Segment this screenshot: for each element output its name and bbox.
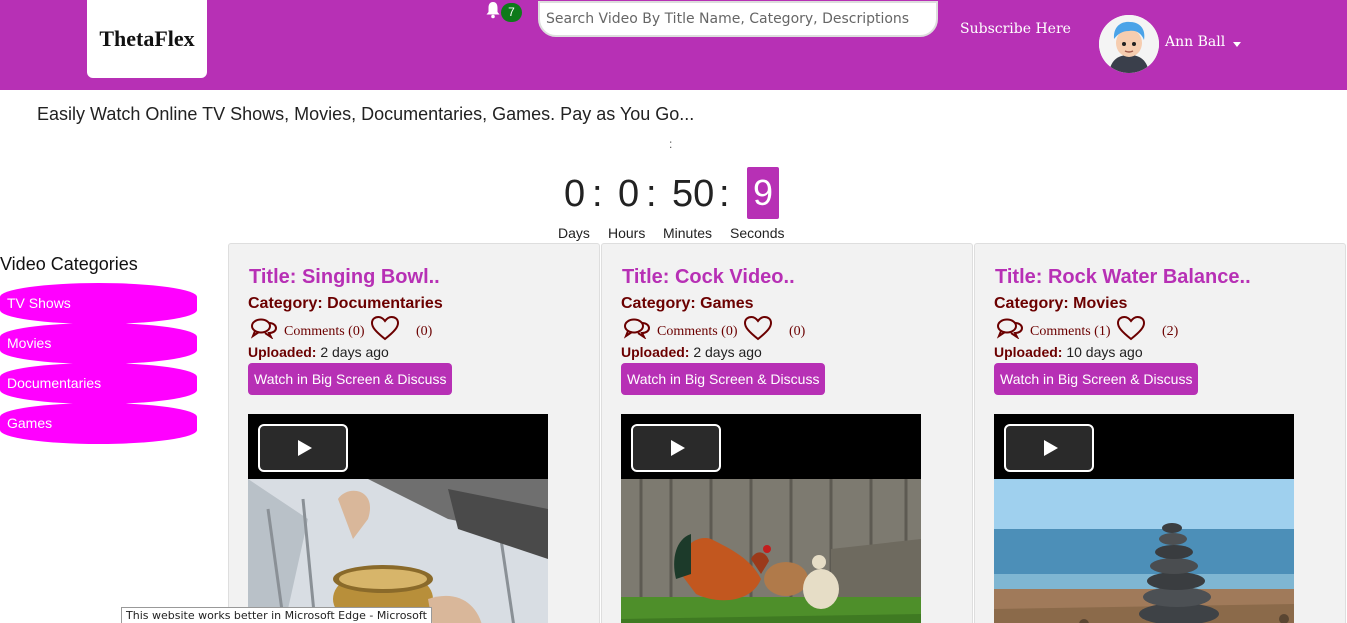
notification-count-badge[interactable]: 7: [501, 3, 522, 22]
countdown-seconds: 9: [747, 167, 779, 219]
avatar[interactable]: [1099, 15, 1159, 73]
logo-text: ThetaFlex: [99, 26, 195, 51]
heart-icon[interactable]: [743, 315, 773, 342]
countdown-days-label: Days: [558, 225, 590, 241]
countdown-hours: 0: [618, 173, 640, 215]
sidebar-item-tv-shows[interactable]: TV Shows: [0, 283, 197, 324]
heart-icon[interactable]: [1116, 315, 1146, 342]
upload-date: Uploaded: 2 days ago: [248, 344, 389, 360]
upload-value: 2 days ago: [689, 344, 762, 360]
bell-icon[interactable]: [485, 1, 501, 19]
video-player[interactable]: [248, 414, 548, 623]
video-title[interactable]: Title: Rock Water Balance..: [995, 266, 1251, 289]
chevron-down-icon[interactable]: [1233, 42, 1241, 47]
video-categories-title: Video Categories: [0, 254, 138, 274]
video-category: Category: Games: [621, 295, 754, 312]
video-thumbnail-singing-bowl: [248, 479, 548, 623]
countdown-separator: :: [669, 137, 673, 151]
heart-icon[interactable]: [370, 315, 400, 342]
video-category: Category: Documentaries: [248, 295, 443, 312]
watch-big-screen-button[interactable]: Watch in Big Screen & Discuss: [994, 363, 1199, 395]
watch-big-screen-button[interactable]: Watch in Big Screen & Discuss: [621, 363, 826, 395]
video-card: Title: Cock Video.. Category: Games Comm…: [601, 243, 973, 623]
countdown-days: 0: [564, 173, 586, 215]
countdown-colon: :: [646, 173, 657, 215]
play-button[interactable]: [1004, 424, 1094, 472]
user-name[interactable]: Ann Ball: [1165, 34, 1225, 50]
sidebar-item-movies[interactable]: Movies: [0, 323, 197, 364]
top-navbar: ThetaFlex 7 Subscribe Here Ann Ball: [0, 0, 1347, 90]
sidebar-item-games[interactable]: Games: [0, 403, 197, 444]
countdown-hours-label: Hours: [608, 225, 646, 241]
video-thumbnail-rooster: [621, 479, 921, 623]
likes-count: (2): [1162, 324, 1179, 339]
countdown-colon: :: [592, 173, 603, 215]
video-thumbnail-rock-stack: [994, 479, 1294, 623]
countdown-minutes: 50: [672, 173, 715, 215]
search-input[interactable]: [538, 1, 938, 37]
video-title[interactable]: Title: Singing Bowl..: [249, 266, 440, 289]
play-icon: [1044, 440, 1058, 456]
video-card: Title: Rock Water Balance.. Category: Mo…: [974, 243, 1346, 623]
upload-value: 2 days ago: [316, 344, 389, 360]
countdown-minutes-label: Minutes: [663, 225, 713, 241]
comments-icon[interactable]: [623, 317, 651, 339]
comments-count[interactable]: Comments (0): [284, 324, 365, 340]
sidebar-item-documentaries[interactable]: Documentaries: [0, 363, 197, 404]
logo[interactable]: ThetaFlex: [87, 0, 207, 78]
upload-date: Uploaded: 10 days ago: [994, 344, 1143, 360]
upload-value: 10 days ago: [1062, 344, 1143, 360]
comments-count[interactable]: Comments (0): [657, 324, 738, 340]
upload-label: Uploaded:: [248, 344, 317, 360]
play-button[interactable]: [631, 424, 721, 472]
avatar-image: [1099, 15, 1159, 73]
play-icon: [298, 440, 312, 456]
likes-count: (0): [416, 324, 433, 339]
watch-big-screen-button[interactable]: Watch in Big Screen & Discuss: [248, 363, 453, 395]
video-category: Category: Movies: [994, 295, 1128, 312]
likes-count: (0): [789, 324, 806, 339]
browser-tooltip: This website works better in Microsoft E…: [121, 607, 432, 623]
upload-date: Uploaded: 2 days ago: [621, 344, 762, 360]
countdown-colon: :: [719, 173, 730, 215]
play-icon: [671, 440, 685, 456]
play-button[interactable]: [258, 424, 348, 472]
comments-count[interactable]: Comments (1): [1030, 324, 1111, 340]
subscribe-link[interactable]: Subscribe Here: [960, 21, 1071, 37]
comments-icon[interactable]: [250, 317, 278, 339]
video-title[interactable]: Title: Cock Video..: [622, 266, 795, 289]
video-player[interactable]: [994, 414, 1294, 623]
video-player[interactable]: [621, 414, 921, 623]
video-card: Title: Singing Bowl.. Category: Document…: [228, 243, 600, 623]
comments-icon[interactable]: [996, 317, 1024, 339]
upload-label: Uploaded:: [621, 344, 690, 360]
upload-label: Uploaded:: [994, 344, 1063, 360]
tagline: Easily Watch Online TV Shows, Movies, Do…: [37, 104, 695, 124]
countdown-seconds-label: Seconds: [730, 225, 785, 241]
